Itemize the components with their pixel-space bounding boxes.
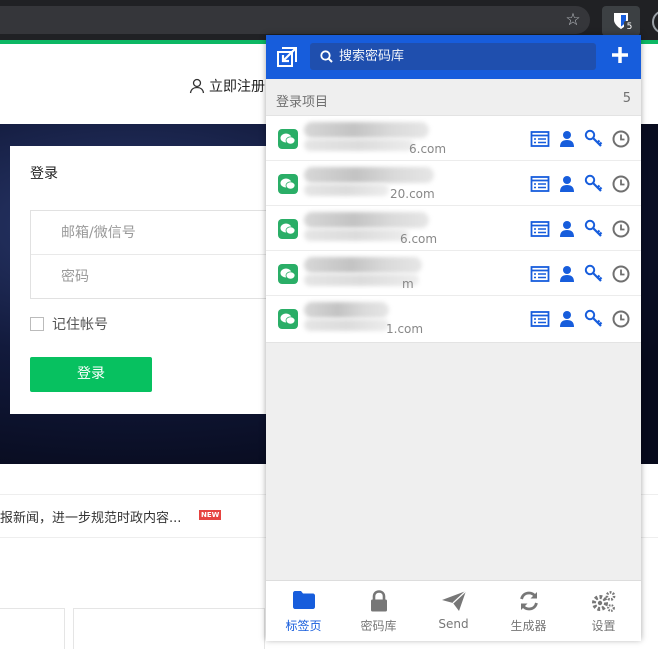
tab-label: Send [438, 617, 469, 631]
login-items-list: 6.com 20.com 6.com m 1.com [266, 115, 641, 343]
launch-icon[interactable] [530, 264, 550, 284]
user-outline-icon [189, 78, 205, 94]
register-link[interactable]: 立即注册 [189, 76, 265, 96]
copy-password-icon[interactable] [584, 129, 604, 149]
copy-username-icon[interactable] [557, 174, 577, 194]
section-count: 5 [622, 91, 631, 106]
tab-label: 标签页 [285, 619, 322, 633]
remember-checkbox[interactable] [30, 317, 44, 331]
item-name-redacted [304, 302, 389, 318]
vault-item[interactable]: m [266, 251, 641, 296]
wechat-favicon-icon [278, 129, 298, 149]
copy-password-icon[interactable] [584, 219, 604, 239]
tab-refresh[interactable]: 生成器 [491, 581, 566, 641]
launch-icon[interactable] [530, 129, 550, 149]
refresh-icon [518, 590, 540, 616]
vault-item[interactable]: 6.com [266, 206, 641, 251]
totp-clock-icon[interactable] [611, 129, 631, 149]
browser-toolbar: ☆ 5 [0, 0, 658, 40]
copy-username-icon[interactable] [557, 129, 577, 149]
item-actions [530, 174, 631, 194]
section-header: 登录项目 5 [266, 88, 641, 110]
launch-icon[interactable] [530, 309, 550, 329]
popup-header [266, 35, 641, 79]
popup-tabbar: 标签页 密码库 Send 生成器 设置 [266, 580, 641, 641]
totp-clock-icon[interactable] [611, 174, 631, 194]
launch-icon[interactable] [530, 174, 550, 194]
copy-password-icon[interactable] [584, 174, 604, 194]
copy-username-icon[interactable] [557, 264, 577, 284]
lock-icon [369, 590, 389, 616]
gears-icon [591, 590, 617, 618]
item-actions [530, 129, 631, 149]
tab-folder[interactable]: 标签页 [266, 581, 341, 641]
copy-username-icon[interactable] [557, 309, 577, 329]
item-subtitle: 1.com [386, 322, 424, 336]
plus-icon [612, 47, 628, 63]
new-badge: NEW [199, 510, 222, 520]
star-add-icon[interactable]: ☆ [563, 10, 583, 30]
search-icon [320, 50, 333, 63]
extension-badge: 5 [624, 21, 635, 33]
login-panel: 登录 邮箱/微信号 密码 记住帐号 登录 [10, 146, 330, 414]
add-item-button[interactable] [609, 45, 631, 67]
item-subtitle: 6.com [400, 232, 438, 246]
copy-password-icon[interactable] [584, 264, 604, 284]
vault-item[interactable]: 1.com [266, 296, 641, 342]
totp-clock-icon[interactable] [611, 309, 631, 329]
item-name-redacted [304, 212, 429, 228]
tab-lock[interactable]: 密码库 [341, 581, 416, 641]
vault-search[interactable] [310, 42, 596, 71]
vault-item[interactable]: 20.com [266, 161, 641, 206]
item-username-redacted [304, 139, 414, 151]
item-username-redacted [304, 319, 389, 331]
register-label: 立即注册 [209, 79, 265, 95]
bottom-card [73, 608, 265, 649]
item-subtitle: 20.com [390, 187, 435, 201]
tab-gears[interactable]: 设置 [566, 581, 641, 641]
item-username-redacted [304, 184, 389, 196]
tab-send[interactable]: Send [416, 581, 491, 641]
wechat-favicon-icon [278, 309, 298, 329]
bottom-card [0, 608, 65, 649]
tab-label: 密码库 [360, 619, 397, 633]
send-icon [441, 590, 467, 616]
bitwarden-extension-button[interactable]: 5 [602, 6, 640, 36]
login-button[interactable]: 登录 [30, 357, 152, 392]
launch-icon[interactable] [530, 219, 550, 239]
item-name-redacted [304, 122, 429, 138]
totp-clock-icon[interactable] [611, 264, 631, 284]
folder-icon [292, 590, 316, 614]
bitwarden-popup: 登录项目 5 6.com 20.com 6.com m 1.com 标签页 密码库 Send… [266, 35, 641, 641]
item-actions [530, 264, 631, 284]
totp-clock-icon[interactable] [611, 219, 631, 239]
search-input[interactable] [333, 42, 596, 71]
vault-item[interactable]: 6.com [266, 116, 641, 161]
section-title: 登录项目 [276, 95, 329, 110]
item-subtitle: m [402, 277, 414, 291]
item-actions [530, 309, 631, 329]
login-title: 登录 [30, 166, 58, 182]
item-name-redacted [304, 167, 434, 183]
item-username-redacted [304, 229, 409, 241]
item-actions [530, 219, 631, 239]
tab-label: 设置 [591, 619, 616, 633]
item-subtitle: 6.com [409, 142, 447, 156]
wechat-favicon-icon [278, 219, 298, 239]
wechat-favicon-icon [278, 174, 298, 194]
news-link[interactable]: 报新闻，进一步规范时政内容... [0, 507, 181, 526]
copy-username-icon[interactable] [557, 219, 577, 239]
profile-icon[interactable] [652, 10, 658, 34]
remember-label: 记住帐号 [52, 317, 108, 333]
popout-icon[interactable] [276, 46, 298, 68]
wechat-favicon-icon [278, 264, 298, 284]
address-bar[interactable] [0, 6, 590, 34]
remember-account[interactable]: 记住帐号 [30, 314, 108, 334]
tab-label: 生成器 [510, 619, 547, 633]
copy-password-icon[interactable] [584, 309, 604, 329]
item-name-redacted [304, 257, 422, 273]
